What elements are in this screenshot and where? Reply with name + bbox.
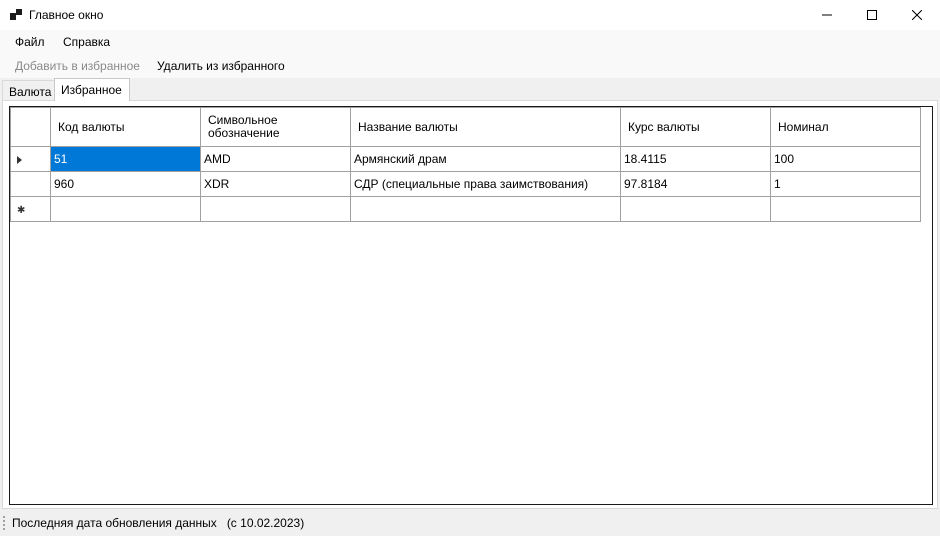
column-header-code[interactable]: Код валюты <box>50 107 201 147</box>
table-cell[interactable] <box>50 196 201 222</box>
table-cell[interactable] <box>350 196 621 222</box>
column-header-name[interactable]: Название валюты <box>350 107 621 147</box>
favorites-tab-page: Код валюты Символьное обозначение Назван… <box>2 100 938 509</box>
tab-favorites[interactable]: Избранное <box>54 78 130 101</box>
header-row: Код валюты Символьное обозначение Назван… <box>10 107 921 147</box>
table-row: 960 XDR СДР (специальные права заимствов… <box>10 171 921 197</box>
tab-strip: Валюта Избранное <box>0 78 940 101</box>
status-bar: Последняя дата обновления данных (с 10.0… <box>0 510 940 536</box>
new-row: ✱ <box>10 196 921 222</box>
table-cell[interactable] <box>200 196 351 222</box>
title-bar: Главное окно <box>0 0 940 30</box>
status-label: Последняя дата обновления данных <box>12 516 217 530</box>
remove-from-favorites-button[interactable]: Удалить из избранного <box>157 59 285 73</box>
close-icon <box>912 10 922 20</box>
table-cell[interactable] <box>770 196 921 222</box>
column-header-rate[interactable]: Курс валюты <box>620 107 771 147</box>
row-header[interactable] <box>10 146 51 172</box>
toolbar: Добавить в избранное Удалить из избранно… <box>0 54 940 78</box>
table-cell[interactable]: СДР (специальные права заимствования) <box>350 171 621 197</box>
table-row: 51 AMD Армянский драм 18.4115 100 <box>10 146 921 172</box>
table-cell[interactable]: AMD <box>200 146 351 172</box>
table-cell[interactable]: 51 <box>50 146 201 172</box>
corner-header-cell[interactable] <box>10 107 51 147</box>
add-to-favorites-button[interactable]: Добавить в избранное <box>15 59 140 73</box>
close-button[interactable] <box>894 0 940 30</box>
table-cell[interactable]: 960 <box>50 171 201 197</box>
app-icon <box>10 9 22 21</box>
column-header-symbol[interactable]: Символьное обозначение <box>200 107 351 147</box>
menu-bar: Файл Справка <box>0 30 940 54</box>
row-header[interactable]: ✱ <box>10 196 51 222</box>
tab-currency[interactable]: Валюта <box>2 80 55 101</box>
table-cell[interactable]: 1 <box>770 171 921 197</box>
table-cell[interactable]: Армянский драм <box>350 146 621 172</box>
status-grip-icon <box>3 516 5 530</box>
table-cell[interactable]: 97.8184 <box>620 171 771 197</box>
minimize-icon <box>822 14 832 16</box>
menu-file[interactable]: Файл <box>15 35 45 49</box>
status-text: Последняя дата обновления данных (с 10.0… <box>12 516 304 530</box>
minimize-button[interactable] <box>804 0 850 30</box>
maximize-button[interactable] <box>849 0 895 30</box>
favorites-grid[interactable]: Код валюты Символьное обозначение Назван… <box>9 106 933 505</box>
table-cell[interactable]: 100 <box>770 146 921 172</box>
data-grid-table: Код валюты Символьное обозначение Назван… <box>10 107 921 222</box>
column-header-nominal[interactable]: Номинал <box>770 107 921 147</box>
new-row-asterisk-icon: ✱ <box>17 205 26 216</box>
maximize-icon <box>867 10 877 20</box>
window-title: Главное окно <box>29 8 104 22</box>
status-date: (с 10.02.2023) <box>226 516 305 530</box>
current-row-arrow-icon <box>17 155 22 164</box>
row-header[interactable] <box>10 171 51 197</box>
table-cell[interactable] <box>620 196 771 222</box>
table-cell[interactable]: 18.4115 <box>620 146 771 172</box>
menu-help[interactable]: Справка <box>63 35 110 49</box>
table-cell[interactable]: XDR <box>200 171 351 197</box>
